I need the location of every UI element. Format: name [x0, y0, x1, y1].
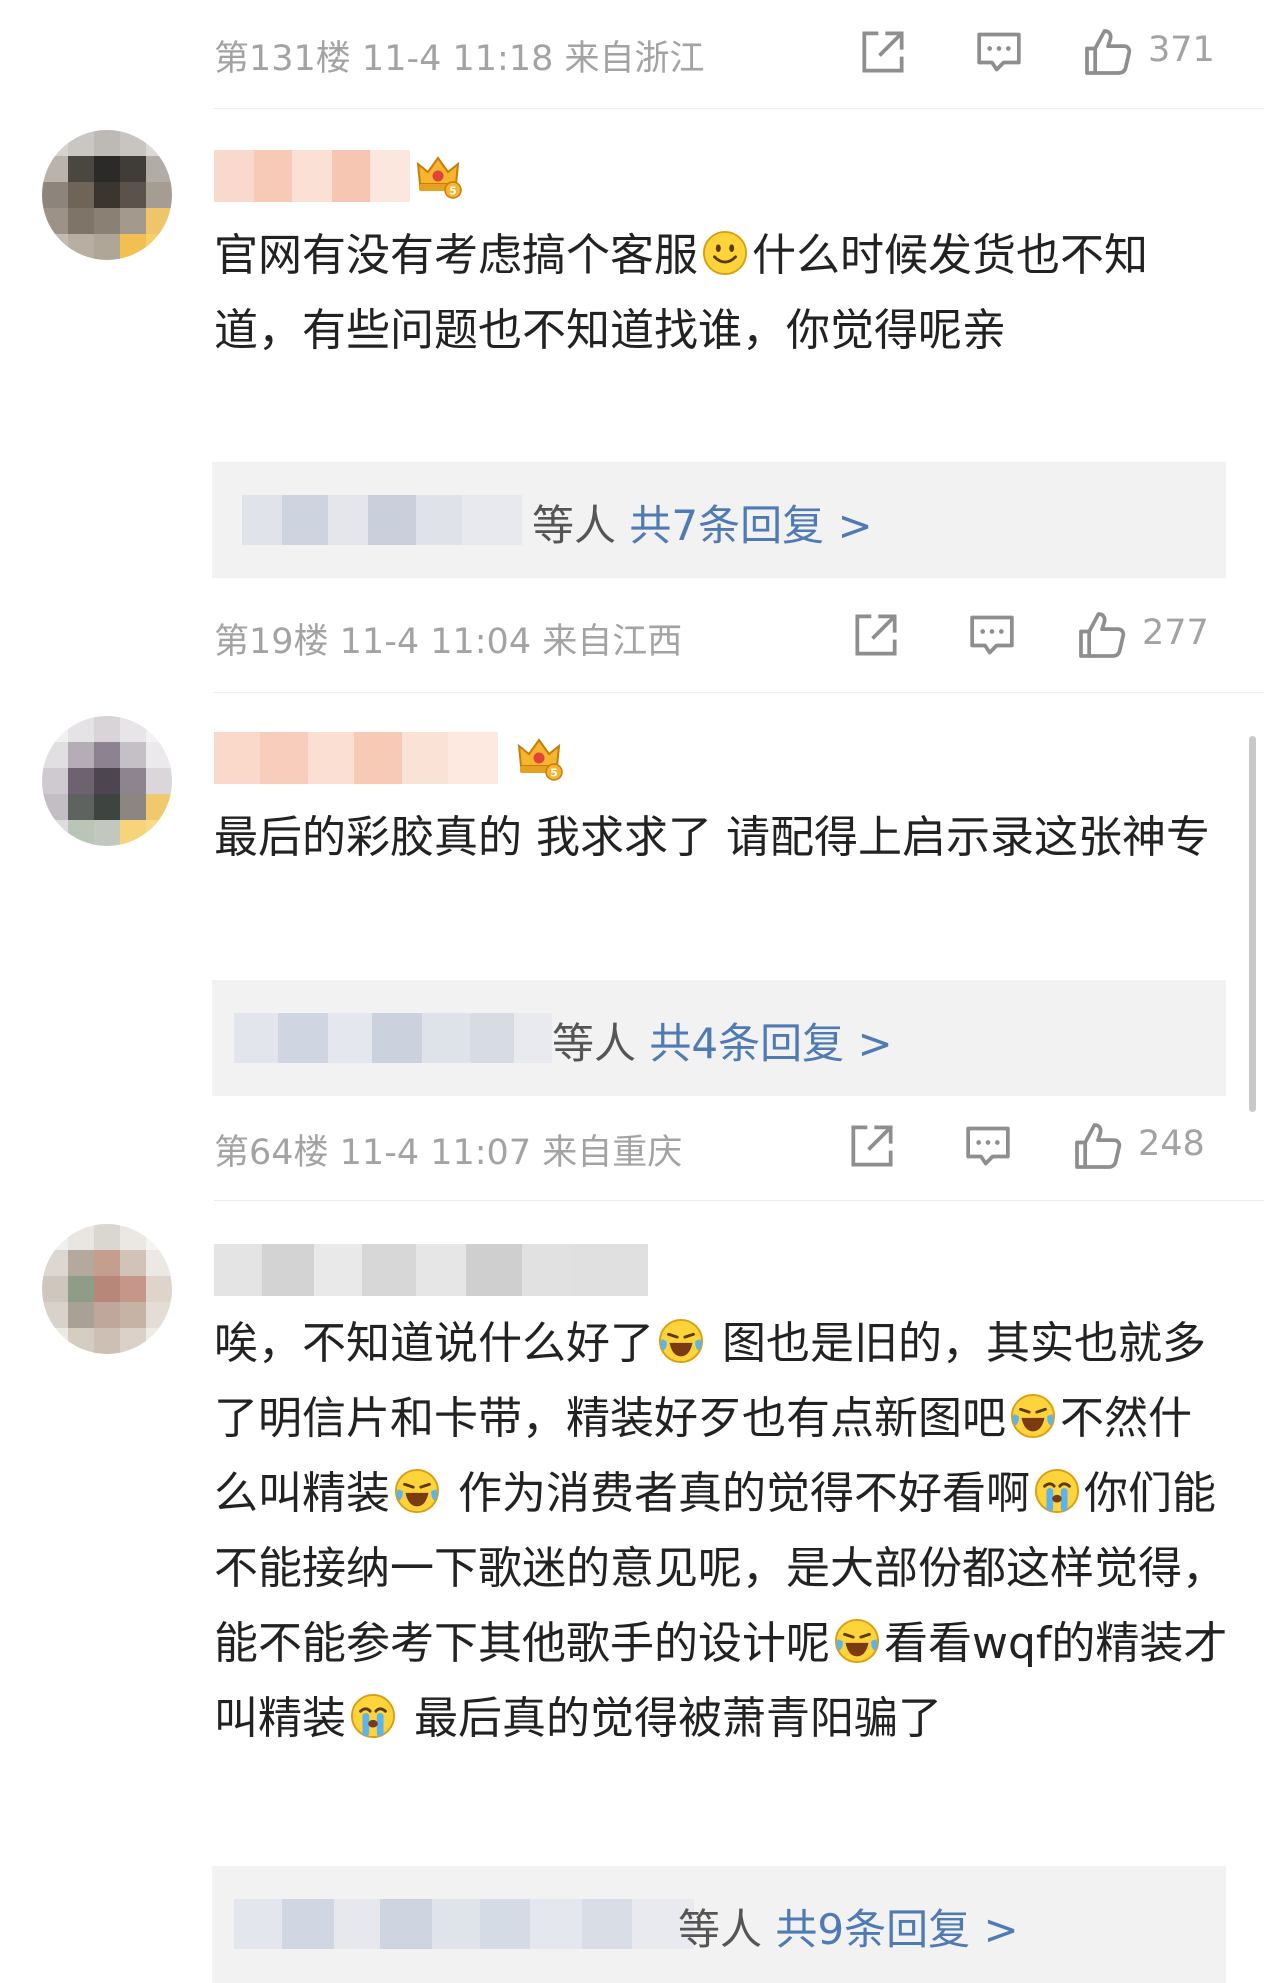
floor-time-location: 第64楼 11-4 11:07 来自重庆 — [214, 1133, 683, 1173]
like-count: 248 — [1138, 1124, 1205, 1164]
forward-icon[interactable] — [848, 607, 904, 663]
comment-icon[interactable] — [960, 1118, 1016, 1174]
thumbs-up-icon[interactable] — [1070, 1118, 1126, 1174]
reply-preview[interactable]: 等人 共9条回复 > — [212, 1866, 1226, 1983]
reply-preview[interactable]: 等人 共4条回复 > — [212, 980, 1226, 1096]
comment-text-part: 作为消费者真的觉得不好看啊 — [458, 1468, 1030, 1519]
like-count: 371 — [1148, 30, 1215, 70]
post-meta: 第64楼 11-4 11:07 来自重庆 248 — [214, 1116, 1224, 1176]
view-replies-link[interactable]: 共4条回复 > — [649, 1019, 892, 1068]
comment-text-part: 最后真的觉得被萧青阳骗了 — [414, 1693, 942, 1744]
reply-etc: 等人 — [678, 1905, 763, 1954]
scrollbar[interactable] — [1249, 736, 1256, 1112]
comment-text-part: 官网有没有考虑搞个客服 — [214, 230, 698, 281]
like-count: 277 — [1142, 613, 1209, 653]
forward-icon[interactable] — [855, 24, 911, 80]
divider — [214, 1200, 1264, 1201]
reply-usernames-blurred — [234, 1013, 552, 1063]
smile-emoji-icon — [702, 230, 748, 276]
comment-text: 唉，不知道说什么好了 图也是旧的，其实也就多了明信片和卡带，精装好歹也有点新图吧… — [214, 1306, 1234, 1756]
comment-text-part: 唉，不知道说什么好了 — [214, 1318, 654, 1369]
crown-badge-icon — [413, 150, 463, 200]
divider — [214, 692, 1264, 693]
comment-icon[interactable] — [971, 24, 1027, 80]
thumbs-up-icon[interactable] — [1074, 607, 1130, 663]
reply-usernames-blurred — [242, 495, 522, 545]
username-blurred[interactable] — [214, 732, 498, 784]
thumbs-up-icon[interactable] — [1080, 24, 1136, 80]
view-replies-link[interactable]: 共7条回复 > — [629, 501, 872, 550]
comment-text: 最后的彩胶真的 我求求了 请配得上启示录这张神专 — [214, 812, 1210, 863]
cry-emoji-icon — [1034, 1468, 1080, 1514]
post-meta: 第131楼 11-4 11:18 来自浙江 371 — [214, 22, 1224, 82]
cry-emoji-icon — [350, 1693, 396, 1739]
reply-usernames-blurred — [234, 1899, 694, 1949]
reply-etc: 等人 — [552, 1019, 637, 1068]
reply-summary: 等人 共4条回复 > — [552, 1010, 893, 1071]
forward-icon[interactable] — [844, 1118, 900, 1174]
comment-icon[interactable] — [964, 607, 1020, 663]
laugh-cry-emoji-icon — [834, 1618, 880, 1664]
reply-summary: 等人 共7条回复 > — [532, 492, 873, 553]
laugh-cry-emoji-icon — [394, 1468, 440, 1514]
reply-preview[interactable]: 等人 共7条回复 > — [212, 462, 1226, 578]
divider — [214, 108, 1264, 109]
laugh-cry-emoji-icon — [1010, 1393, 1056, 1439]
floor-time-location: 第19楼 11-4 11:04 来自江西 — [214, 622, 683, 662]
avatar[interactable] — [42, 1224, 172, 1354]
avatar[interactable] — [42, 716, 172, 846]
crown-badge-icon — [514, 732, 564, 782]
avatar[interactable] — [42, 130, 172, 260]
laugh-cry-emoji-icon — [658, 1318, 704, 1364]
comment-text: 官网有没有考虑搞个客服 什么时候发货也不知道，有些问题也不知道找谁，你觉得呢亲 — [214, 218, 1234, 368]
floor-time-location: 第131楼 11-4 11:18 来自浙江 — [214, 39, 705, 79]
username-blurred[interactable] — [214, 150, 410, 202]
username-blurred[interactable] — [214, 1244, 648, 1296]
reply-summary: 等人 共9条回复 > — [678, 1896, 1019, 1957]
reply-etc: 等人 — [532, 501, 617, 550]
view-replies-link[interactable]: 共9条回复 > — [775, 1905, 1018, 1954]
post-meta: 第19楼 11-4 11:04 来自江西 277 — [214, 605, 1224, 665]
